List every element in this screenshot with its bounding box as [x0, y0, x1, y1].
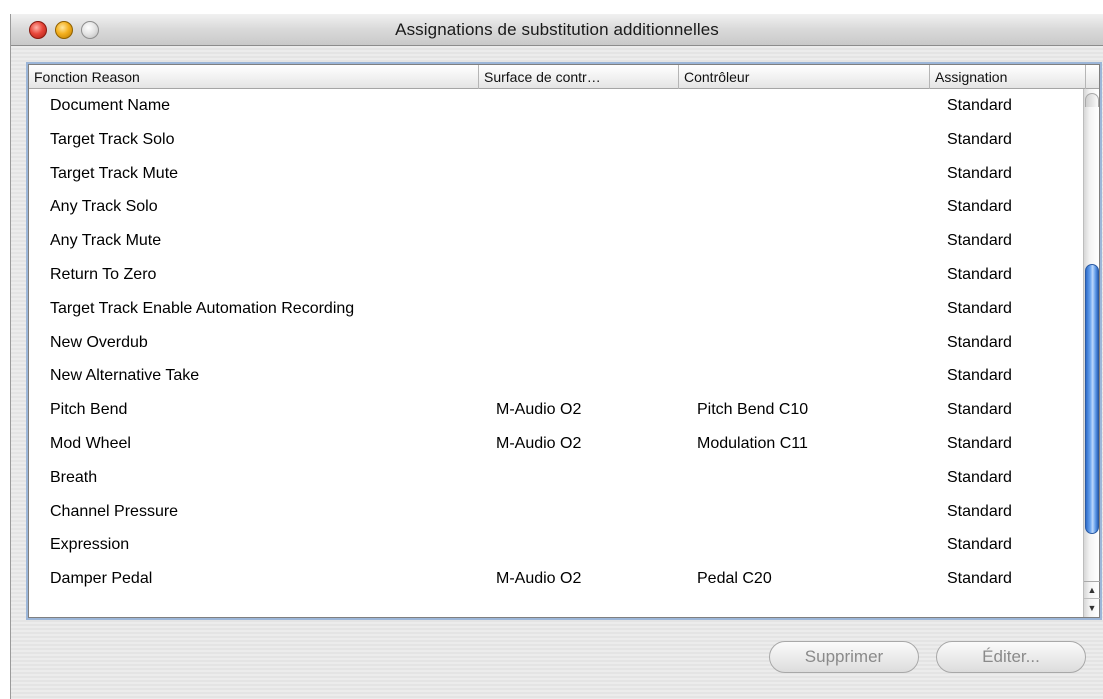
cell-surface: M-Audio O2 [496, 570, 582, 588]
cell-controller [697, 258, 922, 292]
scroll-arrows: ▲ ▼ [1084, 581, 1100, 617]
table-row[interactable]: Expression Standard [29, 528, 1083, 562]
cell-assignment: Standard [947, 97, 1012, 114]
table-row[interactable]: Breath Standard [29, 461, 1083, 495]
table-row[interactable]: Document Name Standard [29, 89, 1083, 123]
cell-assignment: Standard [947, 130, 1012, 148]
cell-surface [496, 224, 676, 258]
table-row[interactable]: Target Track Mute Standard [29, 157, 1083, 191]
table-row[interactable]: Mod Wheel M-Audio O2 Modulation C11 Standar… [29, 427, 1083, 461]
cell-function: New Overdub [50, 333, 148, 351]
cell-assignment: Standard [947, 401, 1012, 419]
cell-function: Return To Zero [50, 265, 157, 283]
cell-controller [697, 190, 922, 224]
cell-controller: Pedal C20 [697, 570, 772, 588]
cell-controller [697, 528, 922, 562]
column-header-assignment[interactable]: Assignation [930, 65, 1086, 89]
cell-controller [697, 123, 922, 157]
table-row[interactable]: Target Track Solo Standard [29, 123, 1083, 157]
cell-surface [496, 528, 676, 562]
cell-function: Any Track Mute [50, 232, 162, 250]
scroll-down-arrow-icon[interactable]: ▼ [1084, 600, 1100, 617]
cell-surface [496, 359, 676, 393]
dialog-window: Assignations de substitution additionnel… [10, 14, 1103, 699]
table-row[interactable]: Any Track Mute Standard [29, 224, 1083, 258]
cell-controller [697, 326, 922, 360]
table-row[interactable]: New Overdub Standard [29, 326, 1083, 360]
cell-controller [697, 89, 922, 123]
cell-surface [496, 461, 676, 495]
cell-surface [496, 190, 676, 224]
table-row[interactable]: Channel Pressure Standard [29, 495, 1083, 529]
cell-surface: M-Audio O2 [496, 401, 582, 419]
cell-function: Target Track Solo [50, 130, 175, 148]
cell-function: Document Name [50, 97, 171, 114]
cell-function: Channel Pressure [50, 502, 179, 520]
cell-assignment: Standard [947, 164, 1012, 182]
cell-function: Any Track Solo [50, 198, 158, 216]
cell-assignment: Standard [947, 570, 1012, 588]
table-row[interactable]: Target Track Enable Automation Recording… [29, 292, 1083, 326]
cell-controller [697, 461, 922, 495]
table-row[interactable]: Return To Zero Standard [29, 258, 1083, 292]
vertical-scrollbar[interactable]: ▲ ▼ [1083, 89, 1100, 617]
cell-assignment: Standard [947, 367, 1012, 385]
table-header: Fonction Reason Surface de contr… Contrô… [29, 65, 1099, 89]
column-header-controller[interactable]: Contrôleur [679, 65, 930, 89]
cell-surface [496, 89, 676, 123]
cell-controller [697, 359, 922, 393]
table-body: Document Name Standard Target Track Solo St… [29, 89, 1083, 617]
table-row[interactable]: New Alternative Take Standard [29, 359, 1083, 393]
cell-assignment: Standard [947, 502, 1012, 520]
cell-function: New Alternative Take [50, 367, 200, 385]
cell-surface [496, 326, 676, 360]
cell-assignment: Standard [947, 232, 1012, 250]
column-header-surface[interactable]: Surface de contr… [479, 65, 679, 89]
cell-surface [496, 292, 676, 326]
table-row[interactable]: Damper Pedal M-Audio O2 Pedal C20 Standard [29, 562, 1083, 596]
scroll-thumb[interactable] [1085, 264, 1099, 534]
cell-function: Expression [50, 536, 130, 554]
cell-surface [496, 157, 676, 191]
cell-function: Target Track Enable Automation Recording [50, 299, 355, 317]
cell-function: Damper Pedal [50, 570, 153, 588]
cell-assignment: Standard [947, 265, 1012, 283]
cell-function: Breath [50, 468, 98, 486]
cell-controller [697, 157, 922, 191]
cell-controller [697, 224, 922, 258]
cell-assignment: Standard [947, 536, 1012, 554]
window-title: Assignations de substitution additionnel… [395, 20, 719, 39]
cell-controller [697, 495, 922, 529]
cell-surface [496, 258, 676, 292]
cell-surface: M-Audio O2 [496, 434, 582, 452]
cell-assignment: Standard [947, 434, 1012, 452]
scroll-track-cap [1085, 93, 1099, 107]
cell-assignment: Standard [947, 333, 1012, 351]
cell-controller: Modulation C11 [697, 434, 808, 452]
cell-controller [697, 292, 922, 326]
cell-assignment: Standard [947, 299, 1012, 317]
cell-surface [496, 495, 676, 529]
table-row[interactable]: Pitch Bend M-Audio O2 Pitch Bend C10 Standa… [29, 393, 1083, 427]
edit-button[interactable]: Éditer... [936, 641, 1086, 673]
assignments-table[interactable]: Fonction Reason Surface de contr… Contrô… [28, 64, 1100, 618]
column-header-corner [1086, 65, 1099, 89]
cell-surface [496, 123, 676, 157]
cell-function: Mod Wheel [50, 434, 131, 452]
delete-button[interactable]: Supprimer [769, 641, 919, 673]
title-bar: Assignations de substitution additionnel… [11, 14, 1103, 46]
cell-function: Pitch Bend [50, 401, 128, 419]
table-row[interactable]: Any Track Solo Standard [29, 190, 1083, 224]
cell-assignment: Standard [947, 198, 1012, 216]
cell-assignment: Standard [947, 468, 1012, 486]
scroll-up-arrow-icon[interactable]: ▲ [1084, 582, 1100, 599]
cell-controller: Pitch Bend C10 [697, 401, 809, 419]
column-header-function[interactable]: Fonction Reason [29, 65, 479, 89]
cell-function: Target Track Mute [50, 164, 179, 182]
